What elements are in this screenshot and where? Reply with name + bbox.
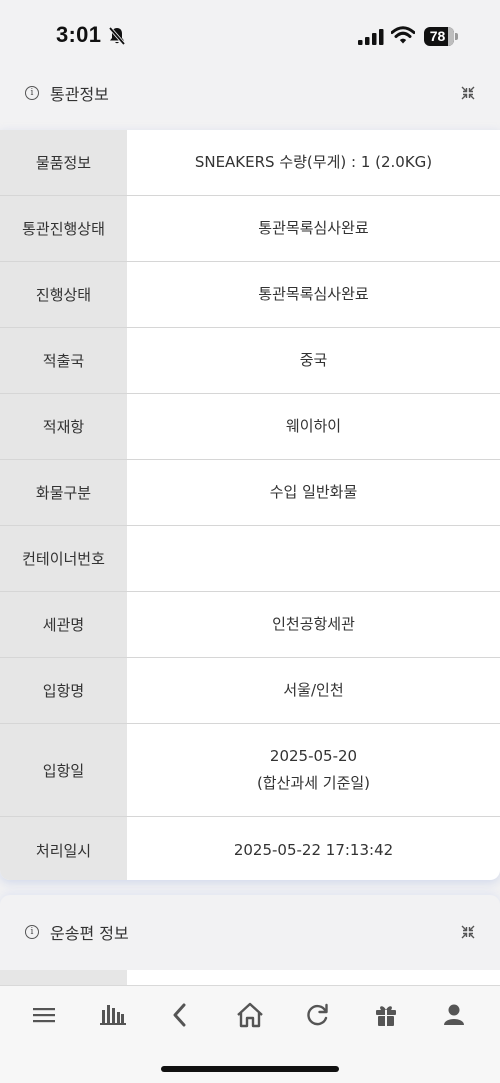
row-label: 화물구분 <box>35 484 92 502</box>
table-row: 물품정보 SNEAKERS 수량(무게) : 1 (2.0KG) <box>0 130 500 196</box>
row-label: 물품정보 <box>35 154 92 172</box>
info-icon: i <box>25 925 39 939</box>
row-value: 2025-05-22 17:13:42 <box>127 817 500 880</box>
table-row: 컨테이너번호 <box>0 526 500 592</box>
row-label: 통관진행상태 <box>22 220 105 238</box>
loading-port-value: 웨이하이 <box>285 417 342 435</box>
customs-office-value: 인천공항세관 <box>272 615 355 633</box>
profile-icon <box>444 1004 464 1025</box>
home-icon <box>237 1002 263 1028</box>
chart-icon <box>100 1005 126 1025</box>
row-label: 세관명 <box>42 616 85 634</box>
customs-progress-value: 통관목록심사완료 <box>258 219 369 237</box>
collapse-icon[interactable] <box>460 85 476 101</box>
row-value: 웨이하이 <box>127 394 500 459</box>
row-value: 통관목록심사완료 <box>127 196 500 261</box>
battery-level: 78 <box>429 28 446 44</box>
shipping-section-header[interactable]: i 운송편 정보 <box>0 895 500 970</box>
customs-section-header[interactable]: i 통관정보 <box>0 72 500 130</box>
table-row-label-peek <box>0 970 127 985</box>
battery-tip <box>455 33 458 40</box>
table-row: 세관명 인천공항세관 <box>0 592 500 658</box>
table-row: 화물구분 수입 일반화물 <box>0 460 500 526</box>
row-label: 입항명 <box>42 682 85 700</box>
table-row: 진행상태 통관목록심사완료 <box>0 262 500 328</box>
row-value <box>127 526 500 591</box>
arrival-date-value: 2025-05-20 <box>269 747 358 765</box>
cargo-type-value: 수입 일반화물 <box>269 483 358 501</box>
menu-button[interactable] <box>24 1000 64 1030</box>
row-value: 통관목록심사완료 <box>127 262 500 327</box>
bell-off-icon <box>108 26 126 46</box>
customs-section-title: 통관정보 <box>50 85 109 104</box>
table-row: 적출국 중국 <box>0 328 500 394</box>
refresh-icon <box>307 1003 328 1026</box>
refresh-button[interactable] <box>298 1000 338 1030</box>
home-indicator <box>161 1066 339 1072</box>
row-value: 수입 일반화물 <box>127 460 500 525</box>
row-label: 적출국 <box>42 352 85 370</box>
collapse-icon[interactable] <box>460 924 476 940</box>
shipping-section-title: 운송편 정보 <box>50 924 129 943</box>
row-value: 2025-05-20 (합산과세 기준일) <box>127 724 500 816</box>
arrival-port-value: 서울/인천 <box>283 681 344 699</box>
signal-icon <box>358 29 384 45</box>
table-row-value-peek <box>127 970 500 985</box>
row-label: 처리일시 <box>35 841 92 860</box>
back-icon <box>173 1003 186 1027</box>
processed-at-value: 2025-05-22 17:13:42 <box>233 840 394 859</box>
gift-icon <box>376 1006 396 1026</box>
wifi-icon <box>391 26 415 44</box>
export-country-value: 중국 <box>299 351 328 369</box>
table-row: 적재항 웨이하이 <box>0 394 500 460</box>
status-bar: 3:01 78 <box>0 0 500 72</box>
battery-icon: 78 <box>424 27 454 46</box>
table-row: 입항명 서울/인천 <box>0 658 500 724</box>
goods-info-value: SNEAKERS 수량(무게) : 1 (2.0KG) <box>194 153 433 171</box>
info-icon: i <box>25 86 39 100</box>
gift-button[interactable] <box>366 1000 406 1030</box>
row-value: 인천공항세관 <box>127 592 500 657</box>
customs-info-table: 물품정보 SNEAKERS 수량(무게) : 1 (2.0KG) 통관진행상태 … <box>0 130 500 880</box>
row-label: 진행상태 <box>35 286 92 304</box>
shipping-section: i 운송편 정보 <box>0 895 500 985</box>
table-row: 입항일 2025-05-20 (합산과세 기준일) <box>0 724 500 817</box>
table-row: 처리일시 2025-05-22 17:13:42 <box>0 817 500 880</box>
progress-status-value: 통관목록심사완료 <box>258 285 369 303</box>
row-value: 서울/인천 <box>127 658 500 723</box>
stats-button[interactable] <box>93 1000 133 1030</box>
profile-button[interactable] <box>434 1000 474 1030</box>
menu-icon <box>33 1008 55 1023</box>
row-value: 중국 <box>127 328 500 393</box>
row-label: 입항일 <box>42 761 85 780</box>
status-time: 3:01 <box>56 22 102 47</box>
home-button[interactable] <box>230 1000 270 1030</box>
back-button[interactable] <box>160 1000 200 1030</box>
arrival-date-note: (합산과세 기준일) <box>256 774 371 792</box>
row-label: 컨테이너번호 <box>22 550 105 568</box>
table-row: 통관진행상태 통관목록심사완료 <box>0 196 500 262</box>
row-label: 적재항 <box>42 418 85 436</box>
row-value: SNEAKERS 수량(무게) : 1 (2.0KG) <box>127 130 500 195</box>
